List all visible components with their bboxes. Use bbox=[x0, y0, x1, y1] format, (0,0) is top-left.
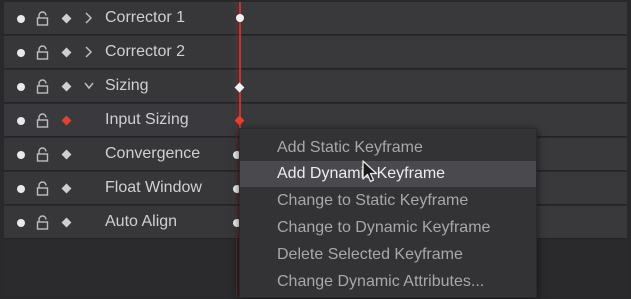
track-row-convergence[interactable]: Convergence bbox=[4, 138, 232, 171]
enable-dot-icon[interactable] bbox=[17, 151, 25, 159]
keyframe-context-menu: Add Static Keyframe Add Dynamic Keyframe… bbox=[239, 128, 537, 298]
playhead-shadow bbox=[236, 2, 237, 297]
menu-item-change-dynamic-attributes[interactable]: Change Dynamic Attributes... bbox=[240, 269, 536, 295]
track-label: Auto Align bbox=[105, 213, 178, 230]
menu-item-label: Delete Selected Keyframe bbox=[277, 246, 463, 263]
track-row-auto-align[interactable]: Auto Align bbox=[4, 206, 232, 239]
lock-icon[interactable] bbox=[35, 181, 50, 196]
keyframe-diamond-icon[interactable] bbox=[61, 183, 72, 194]
track-row-float-window[interactable]: Float Window bbox=[4, 172, 232, 205]
timeline-row[interactable] bbox=[232, 36, 627, 69]
lock-icon[interactable] bbox=[35, 113, 50, 128]
menu-item-add-static-keyframe[interactable]: Add Static Keyframe bbox=[240, 135, 536, 161]
menu-item-change-to-static-keyframe[interactable]: Change to Static Keyframe bbox=[240, 188, 536, 214]
menu-item-label: Change to Static Keyframe bbox=[277, 192, 469, 209]
track-row-corrector-2[interactable]: Corrector 2 bbox=[4, 36, 232, 69]
keyframe-editor: Corrector 1 Corrector 2 Sizing Input Siz… bbox=[0, 0, 631, 299]
mouse-pointer-icon bbox=[362, 160, 378, 183]
menu-item-label: Change to Dynamic Keyframe bbox=[277, 219, 491, 236]
keyframe-diamond-icon[interactable] bbox=[61, 149, 72, 160]
enable-dot-icon[interactable] bbox=[17, 83, 25, 91]
timeline-row[interactable] bbox=[232, 70, 627, 103]
enable-dot-icon[interactable] bbox=[17, 185, 25, 193]
track-label: Corrector 2 bbox=[105, 43, 186, 60]
lock-icon[interactable] bbox=[35, 215, 50, 230]
timeline-row[interactable] bbox=[232, 2, 627, 35]
track-list: Corrector 1 Corrector 2 Sizing Input Siz… bbox=[4, 2, 232, 297]
track-label: Convergence bbox=[105, 145, 201, 162]
track-label: Input Sizing bbox=[105, 111, 189, 128]
enable-dot-icon[interactable] bbox=[17, 15, 25, 23]
track-row-corrector-1[interactable]: Corrector 1 bbox=[4, 2, 232, 35]
lock-icon[interactable] bbox=[35, 11, 50, 26]
track-label: Sizing bbox=[105, 77, 149, 94]
keyframe-dot-icon[interactable] bbox=[236, 14, 244, 22]
track-row-sizing[interactable]: Sizing bbox=[4, 70, 232, 103]
keyframe-diamond-icon[interactable] bbox=[61, 47, 72, 58]
lock-icon[interactable] bbox=[35, 79, 50, 94]
enable-dot-icon[interactable] bbox=[17, 49, 25, 57]
lock-icon[interactable] bbox=[35, 147, 50, 162]
menu-item-add-dynamic-keyframe[interactable]: Add Dynamic Keyframe bbox=[240, 161, 536, 187]
keyframe-diamond-icon[interactable] bbox=[61, 115, 72, 126]
chevron-right-icon[interactable] bbox=[84, 44, 94, 60]
lock-icon[interactable] bbox=[35, 45, 50, 60]
track-row-input-sizing[interactable]: Input Sizing bbox=[4, 104, 232, 137]
menu-item-label: Change Dynamic Attributes... bbox=[277, 273, 485, 290]
track-label: Float Window bbox=[105, 179, 202, 196]
enable-dot-icon[interactable] bbox=[17, 219, 25, 227]
keyframe-diamond-icon[interactable] bbox=[61, 13, 72, 24]
enable-dot-icon[interactable] bbox=[17, 117, 25, 125]
menu-item-delete-selected-keyframe[interactable]: Delete Selected Keyframe bbox=[240, 242, 536, 268]
keyframe-diamond-icon[interactable] bbox=[61, 217, 72, 228]
chevron-right-icon[interactable] bbox=[84, 10, 94, 26]
track-label: Corrector 1 bbox=[105, 9, 186, 26]
keyframe-diamond-icon[interactable] bbox=[61, 81, 72, 92]
menu-item-change-to-dynamic-keyframe[interactable]: Change to Dynamic Keyframe bbox=[240, 215, 536, 241]
chevron-down-icon[interactable] bbox=[84, 78, 94, 94]
menu-item-label: Add Static Keyframe bbox=[277, 139, 423, 156]
